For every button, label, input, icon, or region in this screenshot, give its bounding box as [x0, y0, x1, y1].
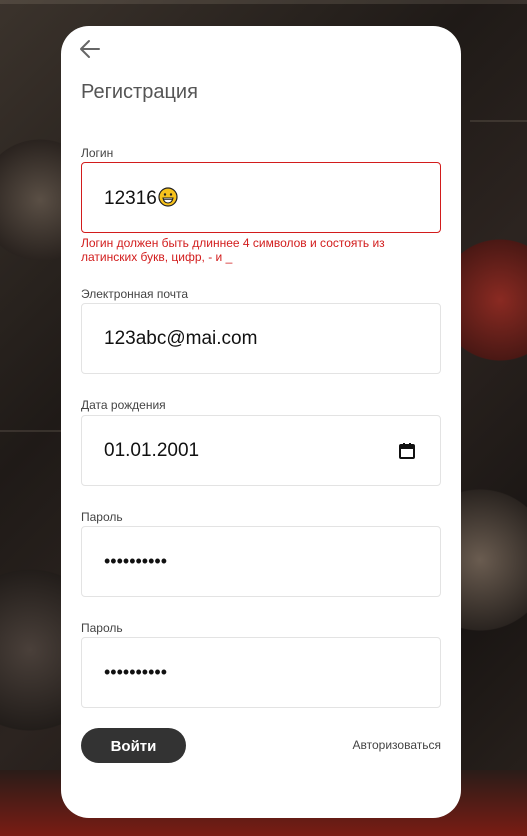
password-field[interactable]: ••••••••••: [81, 526, 441, 597]
login-error-message: Логин должен быть длиннее 4 символов и с…: [81, 236, 385, 264]
password-label: Пароль: [81, 510, 123, 524]
email-label: Электронная почта: [81, 287, 189, 301]
email-field[interactable]: 123abc@mai.com: [81, 303, 441, 374]
background-stripe: [0, 430, 61, 432]
submit-button[interactable]: Войти: [81, 728, 186, 763]
password-value: ••••••••••: [104, 551, 168, 571]
password-confirm-field[interactable]: ••••••••••: [81, 637, 441, 708]
registration-card: Регистрация Логин 12316 Логин должен быт…: [61, 26, 461, 818]
background-stripe: [470, 120, 527, 122]
arrow-left-icon: [80, 40, 100, 58]
birthdate-value: 01.01.2001: [104, 440, 200, 461]
password-confirm-label: Пароль: [81, 621, 123, 635]
login-value-wrapper: 12316: [104, 187, 178, 210]
back-button[interactable]: [79, 38, 101, 60]
grinning-face-emoji-icon: [158, 187, 178, 207]
birthdate-field[interactable]: 01.01.2001: [81, 415, 441, 486]
email-value: 123abc@mai.com: [104, 328, 258, 349]
background-stripe: [0, 0, 527, 4]
auth-link[interactable]: Авторизоваться: [353, 738, 441, 752]
calendar-icon[interactable]: [398, 442, 416, 460]
login-value: 12316: [104, 188, 157, 209]
page-title: Регистрация: [81, 81, 198, 103]
login-label: Логин: [81, 146, 114, 160]
password-confirm-value: ••••••••••: [104, 662, 168, 682]
login-input[interactable]: 12316: [81, 162, 441, 233]
birthdate-label: Дата рождения: [81, 398, 166, 412]
